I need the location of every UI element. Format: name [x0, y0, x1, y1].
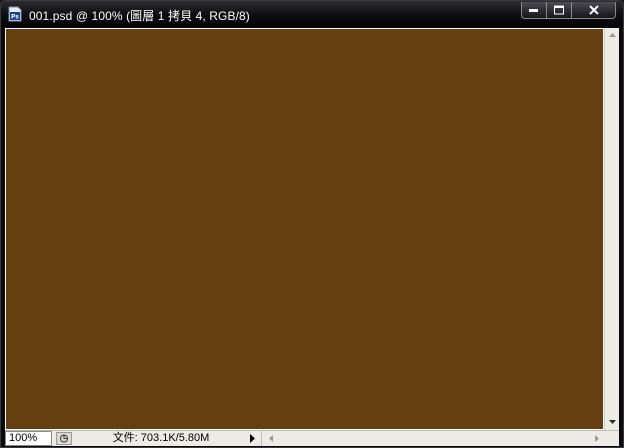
arrow-right-icon	[595, 435, 599, 442]
triangle-right-icon	[250, 434, 255, 443]
close-button[interactable]	[572, 2, 616, 19]
scroll-left-button[interactable]	[264, 431, 279, 446]
scroll-down-button[interactable]	[605, 415, 620, 430]
status-bar: 100% 文件: 703.1K/5.80M	[5, 430, 619, 446]
maximize-icon	[554, 5, 564, 15]
horizontal-scrollbar[interactable]	[261, 431, 605, 446]
vertical-scrollbar[interactable]	[604, 28, 619, 430]
document-window: Ps 001.psd @ 100% (圖層 1 拷貝 4, RGB/8) 100…	[0, 0, 624, 448]
preview-toggle-button[interactable]	[56, 432, 72, 445]
minimize-icon	[529, 9, 538, 12]
status-menu-button[interactable]	[247, 432, 259, 445]
document-info: 文件: 703.1K/5.80M	[112, 432, 210, 444]
photoshop-icon: Ps	[7, 6, 23, 22]
arrow-up-icon	[609, 33, 616, 37]
title-bar[interactable]: Ps 001.psd @ 100% (圖層 1 拷貝 4, RGB/8)	[1, 1, 623, 27]
preview-icon	[60, 434, 68, 443]
minimize-button[interactable]	[521, 2, 547, 19]
zoom-input[interactable]: 100%	[5, 431, 52, 446]
document-canvas[interactable]	[6, 29, 603, 429]
arrow-left-icon	[269, 435, 273, 442]
arrow-down-icon	[609, 420, 616, 424]
svg-text:Ps: Ps	[11, 14, 19, 21]
scroll-right-button[interactable]	[590, 431, 605, 446]
close-icon	[588, 5, 599, 15]
window-title: 001.psd @ 100% (圖層 1 拷貝 4, RGB/8)	[29, 9, 250, 23]
window-controls	[521, 2, 616, 19]
scroll-up-button[interactable]	[605, 28, 620, 43]
maximize-button[interactable]	[547, 2, 572, 19]
canvas-frame	[5, 28, 604, 430]
